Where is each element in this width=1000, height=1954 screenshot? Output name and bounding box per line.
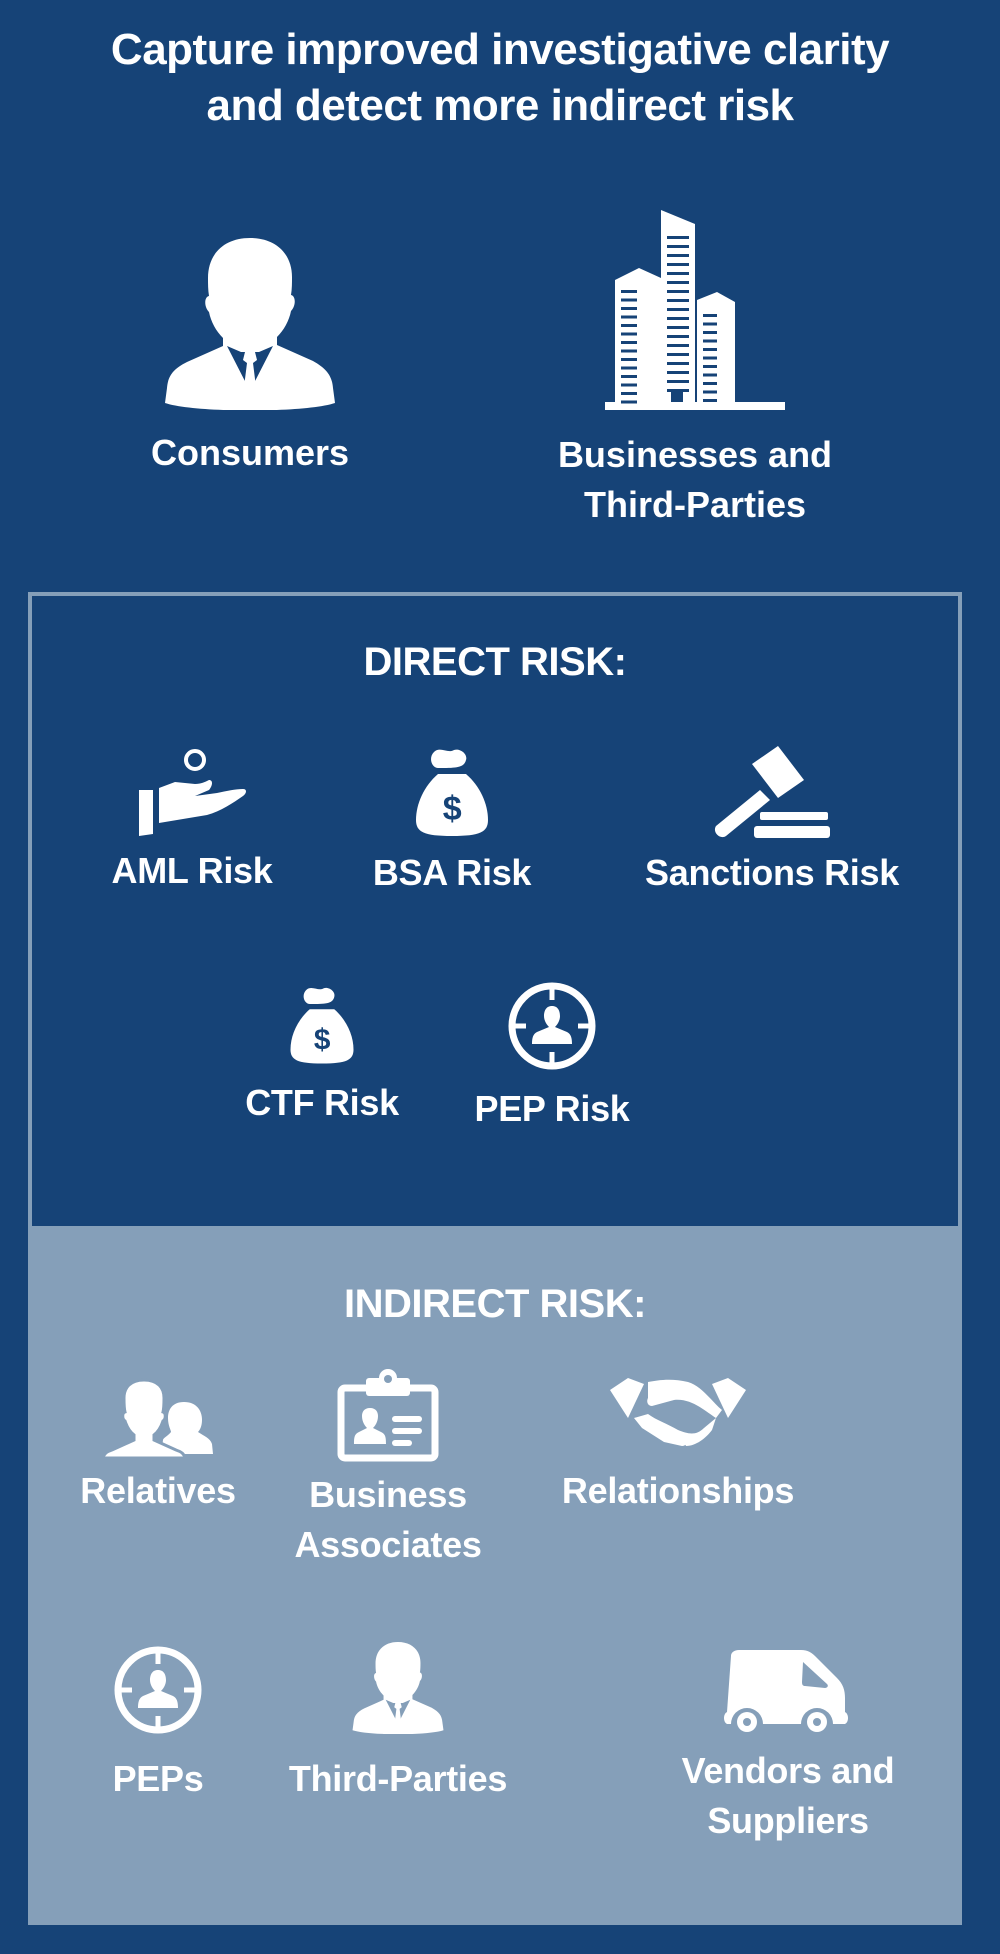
- indirect-item-third-parties: Third-Parties: [248, 1642, 548, 1804]
- indirect-item-label-line-2: Suppliers: [707, 1800, 869, 1841]
- entity-label-line-2: Third-Parties: [583, 484, 807, 525]
- entity-label-line-1: Businesses and: [557, 434, 833, 475]
- indirect-item-label: PEPs: [112, 1758, 204, 1799]
- indirect-item-label-line-1: Business: [309, 1474, 467, 1515]
- buildings-icon: [605, 210, 785, 410]
- target-person-icon: [508, 982, 596, 1070]
- entity-label: Consumers: [150, 432, 350, 473]
- risk-item-bsa: $ BSA Risk: [332, 746, 572, 898]
- indirect-item-relationships: Relationships: [478, 1372, 878, 1516]
- entity-businesses: Businesses and Third-Parties: [550, 210, 840, 530]
- title-line-1: Capture improved investigative clarity: [110, 25, 890, 74]
- svg-text:$: $: [314, 1024, 331, 1057]
- two-people-icon: [101, 1378, 213, 1458]
- van-icon: [724, 1650, 848, 1732]
- entity-consumers: Consumers: [130, 238, 370, 478]
- gavel-icon: [714, 746, 830, 838]
- id-badge-icon: [337, 1369, 439, 1462]
- risk-item-label: BSA Risk: [372, 852, 532, 893]
- title-line-2: and detect more indirect risk: [206, 81, 794, 130]
- indirect-item-business-associates: Business Associates: [268, 1368, 508, 1570]
- risk-item-aml: AML Risk: [92, 746, 292, 896]
- risk-item-label: PEP Risk: [474, 1088, 630, 1129]
- risk-item-label: AML Risk: [111, 850, 273, 891]
- money-bag-icon: $: [416, 749, 488, 836]
- money-bag-icon: $: [290, 987, 354, 1064]
- risk-item-sanctions: Sanctions Risk: [622, 746, 922, 898]
- indirect-item-label: Relationships: [561, 1470, 795, 1511]
- page-title: Capture improved investigative clarity a…: [0, 22, 1000, 134]
- hand-coin-icon: [139, 749, 246, 836]
- risk-item-label: CTF Risk: [245, 1082, 399, 1123]
- svg-text:$: $: [443, 790, 462, 828]
- indirect-item-label-line-2: Associates: [294, 1524, 482, 1565]
- handshake-icon: [610, 1378, 746, 1446]
- risk-item-label: Sanctions Risk: [645, 852, 899, 893]
- indirect-item-vendors: Vendors and Suppliers: [618, 1650, 958, 1846]
- indirect-item-label-line-1: Vendors and: [681, 1750, 895, 1791]
- target-person-icon: [114, 1646, 202, 1734]
- direct-risk-title: DIRECT RISK:: [363, 640, 627, 684]
- direct-risk-section: DIRECT RISK: AML Risk $ BSA Risk Sanctio…: [32, 596, 958, 1226]
- indirect-item-label: Third-Parties: [288, 1758, 508, 1799]
- person-icon: [165, 238, 335, 410]
- person-icon: [352, 1642, 444, 1734]
- indirect-item-relatives: Relatives: [68, 1372, 248, 1516]
- risk-item-pep: PEP Risk: [422, 980, 682, 1134]
- risk-panel: DIRECT RISK: AML Risk $ BSA Risk Sanctio…: [28, 592, 962, 1925]
- indirect-item-peps: PEPs: [88, 1644, 228, 1804]
- risk-item-ctf: $ CTF Risk: [222, 982, 422, 1128]
- indirect-item-label: Relatives: [80, 1470, 236, 1511]
- indirect-risk-title: INDIRECT RISK:: [344, 1282, 646, 1326]
